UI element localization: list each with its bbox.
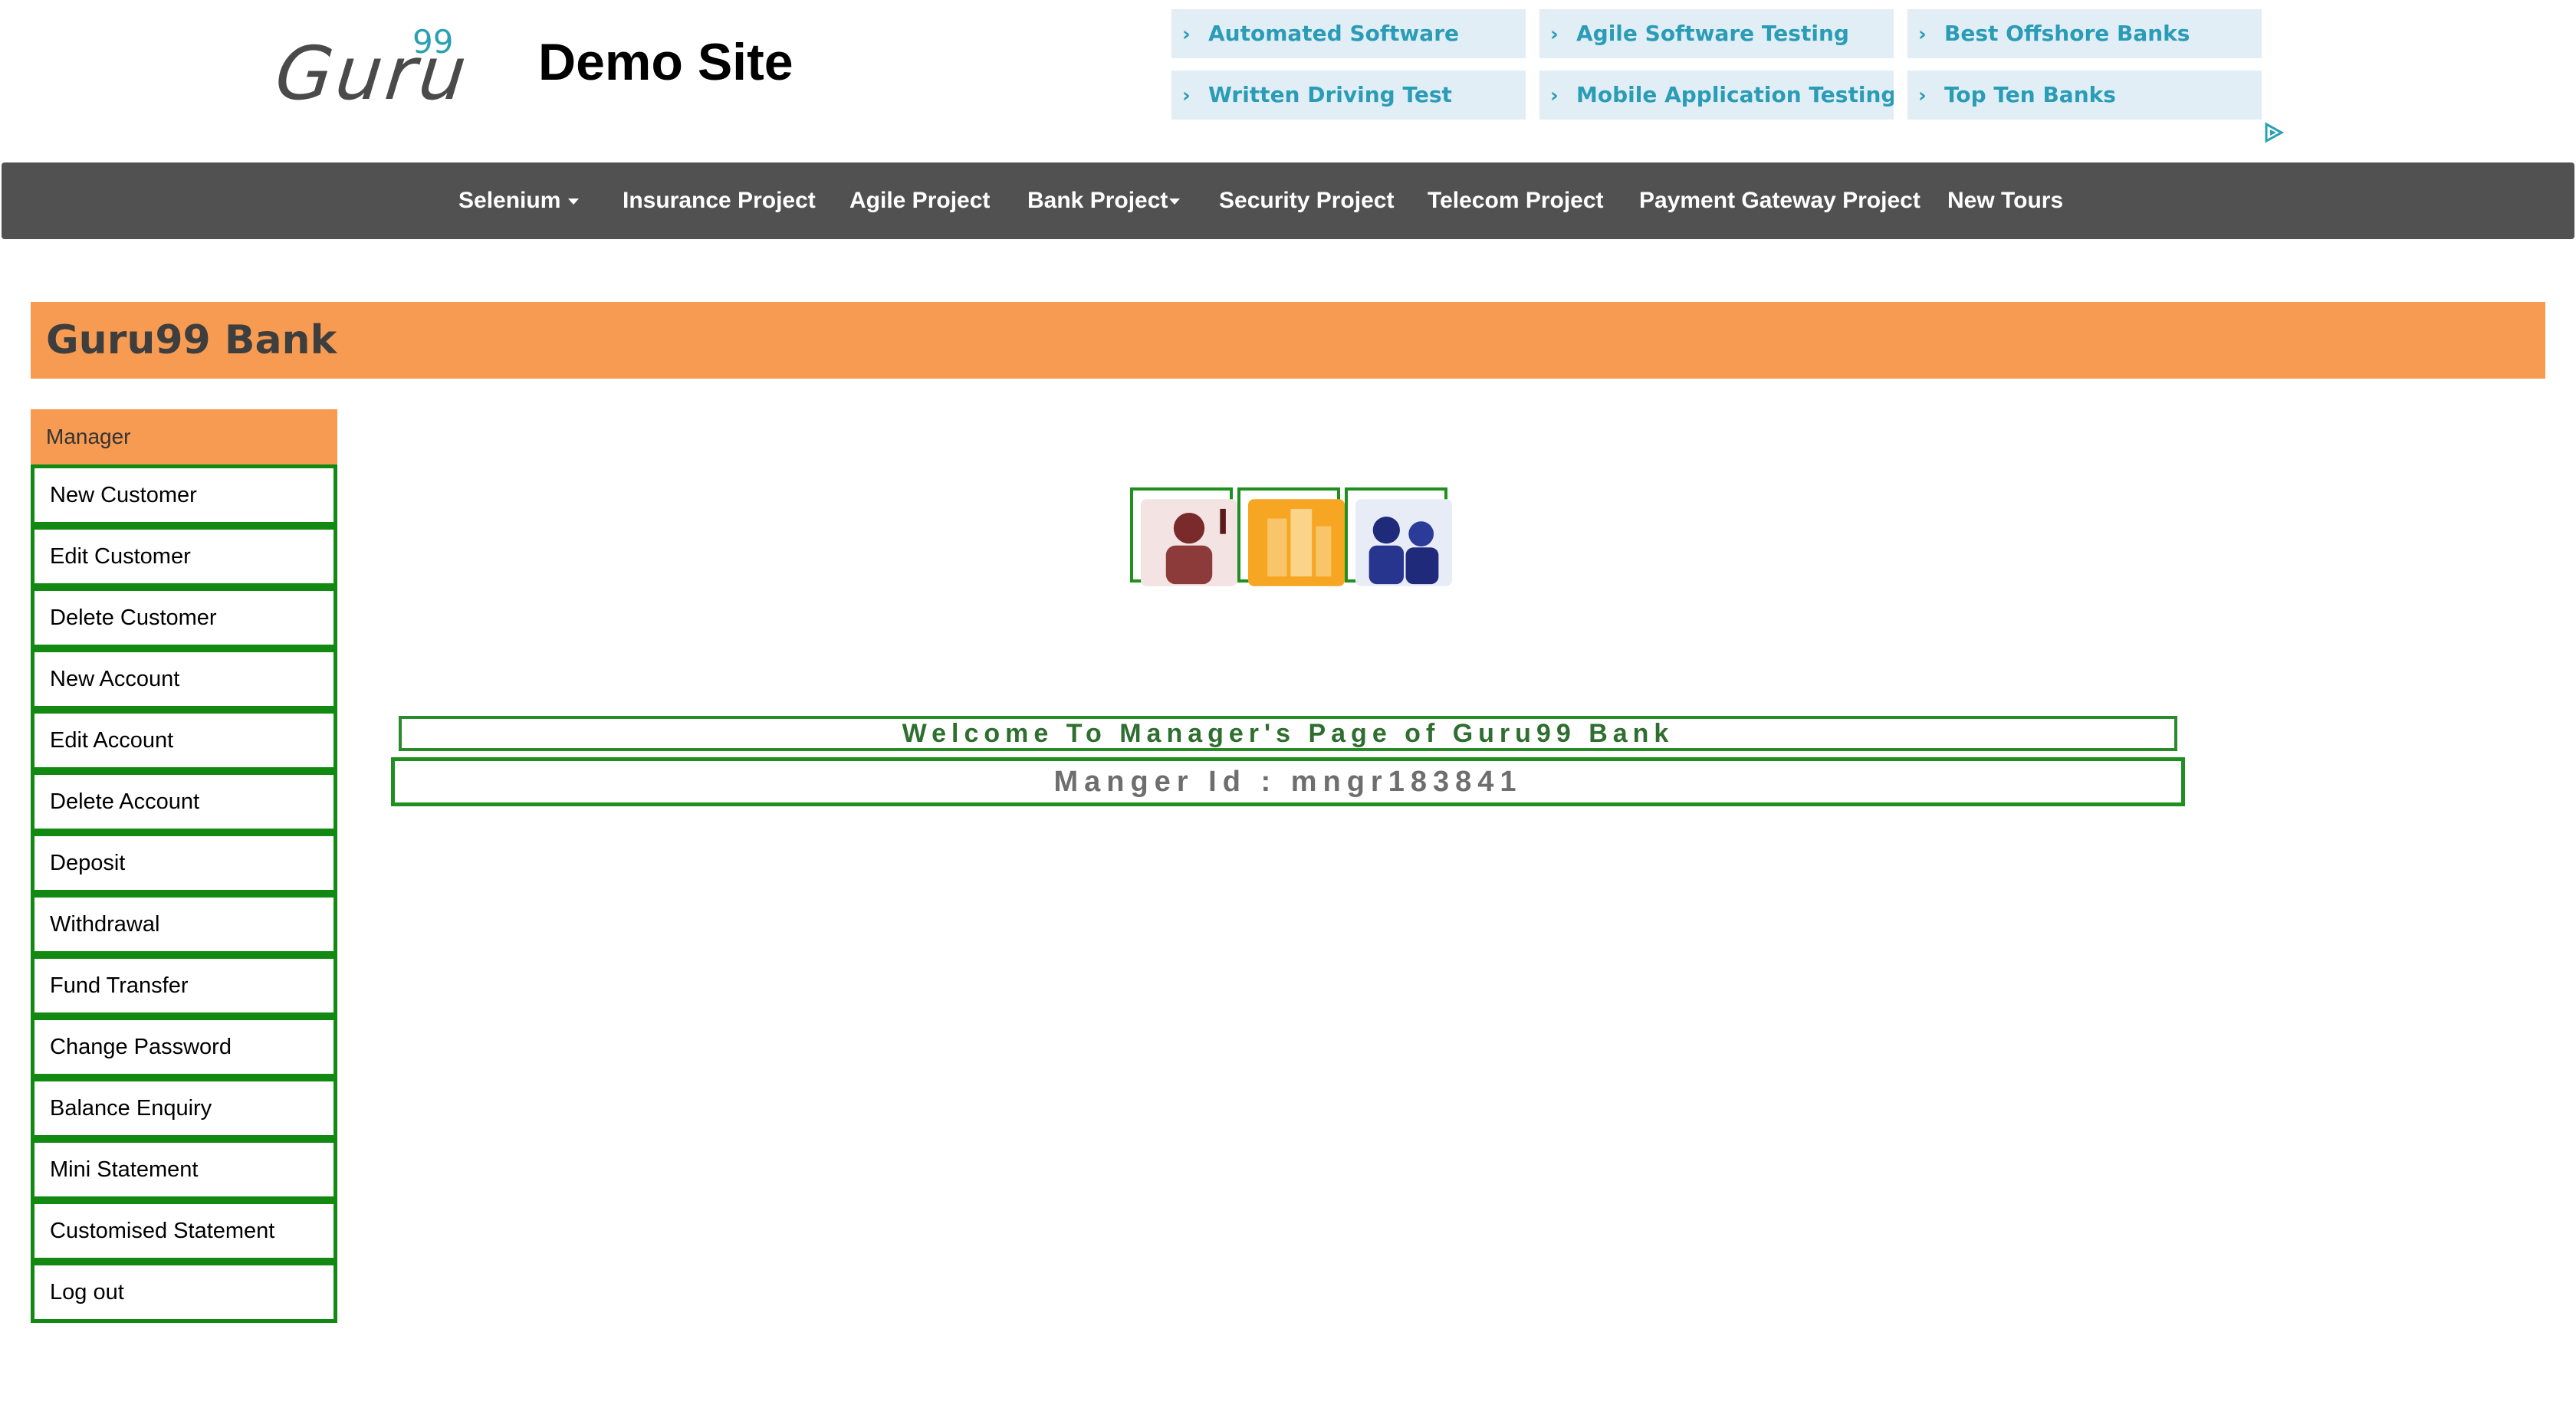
sidebar-item-new-customer[interactable]: New Customer — [31, 464, 337, 526]
sidebar-item-balance-enquiry[interactable]: Balance Enquiry — [31, 1078, 337, 1139]
ad-link[interactable]: › Automated Software — [1171, 9, 1526, 58]
chevron-right-icon: › — [1918, 84, 1927, 107]
nav-selenium[interactable]: Selenium — [458, 162, 580, 239]
nav-bank-project[interactable]: Bank Project — [1027, 162, 1181, 239]
person-photo-icon — [1141, 499, 1237, 586]
sidebar-item-deposit[interactable]: Deposit — [31, 832, 337, 894]
banner-image-buildings — [1237, 487, 1345, 586]
caret-down-icon — [568, 199, 580, 205]
nav-insurance-project[interactable]: Insurance Project — [623, 162, 816, 239]
sidebar-item-fund-transfer[interactable]: Fund Transfer — [31, 955, 337, 1016]
banner-images — [1130, 487, 1452, 587]
ad-link[interactable]: › Written Driving Test — [1171, 71, 1526, 120]
site-title: Demo Site — [538, 33, 794, 91]
chevron-right-icon: › — [1182, 23, 1191, 46]
sidebar-item-change-password[interactable]: Change Password — [31, 1016, 337, 1078]
logo-superscript: 99 — [412, 23, 454, 61]
sidebar-item-customised-statement[interactable]: Customised Statement — [31, 1200, 337, 1262]
chevron-right-icon: › — [1918, 23, 1927, 46]
nav-payment-gateway-project[interactable]: Payment Gateway Project — [1639, 162, 1921, 239]
sidebar-item-edit-customer[interactable]: Edit Customer — [31, 526, 337, 587]
bank-title: Guru99 Bank — [46, 317, 337, 363]
ad-link[interactable]: › Mobile Application Testing — [1539, 71, 1894, 120]
ad-link[interactable]: › Agile Software Testing — [1539, 9, 1894, 58]
sidebar-item-edit-account[interactable]: Edit Account — [31, 710, 337, 771]
nav-new-tours[interactable]: New Tours — [1947, 162, 2063, 239]
banner-image-person — [1130, 487, 1237, 586]
sidebar-item-mini-statement[interactable]: Mini Statement — [31, 1139, 337, 1200]
chevron-right-icon: › — [1550, 23, 1559, 46]
sidebar-menu: Manager New Customer Edit Customer Delet… — [31, 409, 337, 1323]
ad-link[interactable]: › Best Offshore Banks — [1907, 9, 2262, 58]
nav-telecom-project[interactable]: Telecom Project — [1428, 162, 1604, 239]
banner-image-people — [1345, 487, 1452, 586]
nav-agile-project[interactable]: Agile Project — [849, 162, 990, 239]
caret-down-icon — [1169, 199, 1181, 205]
sidebar-item-delete-customer[interactable]: Delete Customer — [31, 587, 337, 648]
chevron-right-icon: › — [1550, 84, 1559, 107]
top-navbar: Selenium Insurance Project Agile Project… — [2, 162, 2574, 239]
manager-id: Manger Id : mngr183841 — [391, 757, 2185, 806]
sidebar-header: Manager — [31, 409, 337, 464]
people-photo-icon — [1355, 499, 1452, 586]
guru99-logo[interactable]: Guru 99 — [271, 23, 473, 117]
welcome-message: Welcome To Manager's Page of Guru99 Bank — [399, 716, 2177, 751]
buildings-photo-icon — [1248, 499, 1345, 586]
chevron-right-icon: › — [1182, 84, 1191, 107]
sidebar-item-withdrawal[interactable]: Withdrawal — [31, 894, 337, 955]
nav-security-project[interactable]: Security Project — [1219, 162, 1394, 239]
ad-link[interactable]: › Top Ten Banks — [1907, 71, 2262, 120]
adchoices-icon[interactable] — [2262, 121, 2285, 144]
sidebar-item-log-out[interactable]: Log out — [31, 1262, 337, 1323]
sidebar-item-delete-account[interactable]: Delete Account — [31, 771, 337, 832]
ad-links: › Automated Software › Agile Software Test… — [1171, 9, 2275, 147]
sidebar-item-new-account[interactable]: New Account — [31, 648, 337, 710]
bank-header: Guru99 Bank — [31, 302, 2545, 379]
